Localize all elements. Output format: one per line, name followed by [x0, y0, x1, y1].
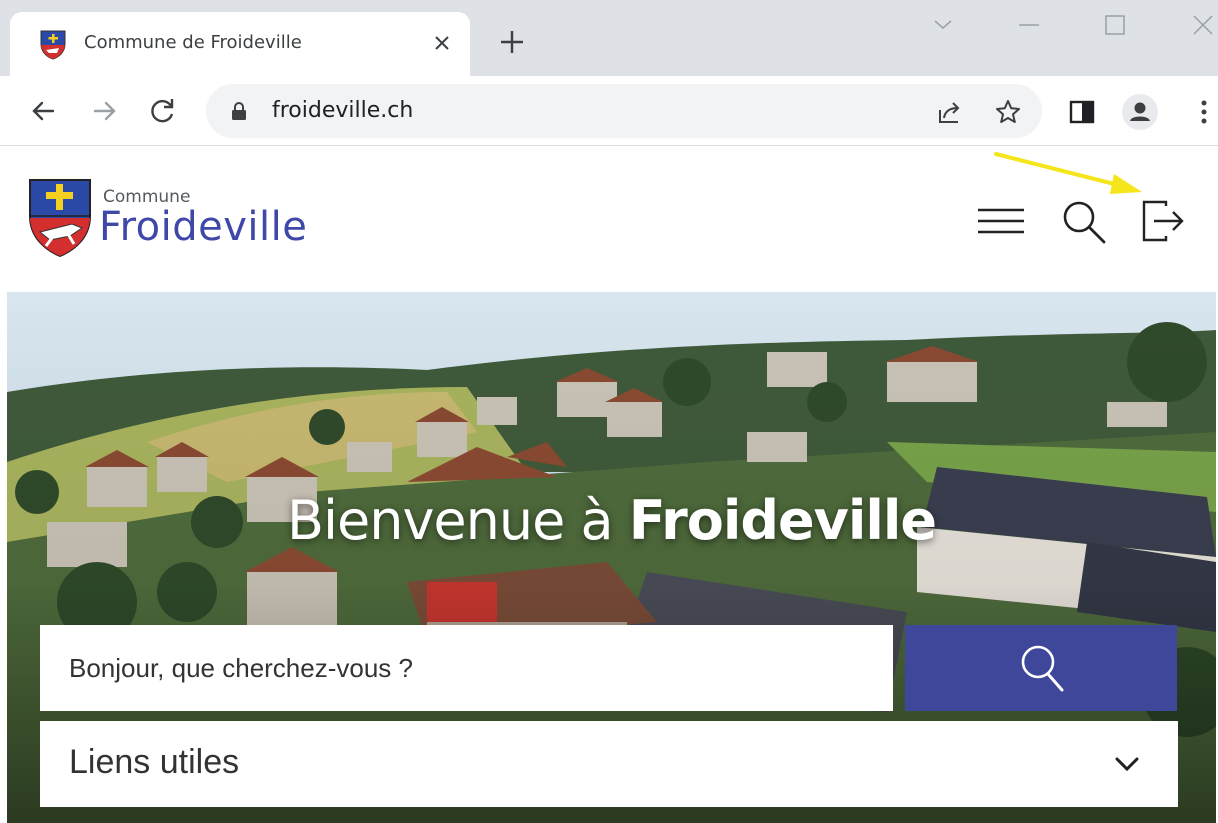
- chevron-down-icon: [1115, 757, 1139, 772]
- logout-icon[interactable]: [1140, 198, 1190, 244]
- back-arrow-icon[interactable]: [26, 94, 60, 128]
- maximize-icon[interactable]: [1100, 10, 1130, 40]
- useful-links-label: Liens utiles: [69, 743, 240, 781]
- search-icon: [1021, 645, 1064, 692]
- search-box: [40, 625, 893, 711]
- browser-toolbar: froideville.ch: [0, 76, 1218, 146]
- lock-icon[interactable]: [230, 101, 248, 121]
- side-panel-icon[interactable]: [1066, 96, 1098, 128]
- search-icon[interactable]: [1060, 198, 1110, 244]
- hero-banner: Bienvenue à Froideville Liens utiles: [7, 292, 1216, 823]
- browser-tabstrip: Commune de Froideville: [0, 0, 1218, 76]
- commune-crest-icon: [40, 30, 66, 60]
- address-bar[interactable]: froideville.ch: [206, 84, 1042, 138]
- share-icon[interactable]: [936, 98, 964, 126]
- forward-arrow-icon[interactable]: [88, 94, 122, 128]
- hero-title-bold: Froideville: [628, 489, 937, 552]
- hamburger-menu-icon[interactable]: [976, 198, 1026, 244]
- site-header: Commune Froideville: [0, 146, 1218, 292]
- star-icon[interactable]: [994, 98, 1022, 126]
- url-text[interactable]: froideville.ch: [272, 98, 413, 123]
- hero-title: Bienvenue à Froideville: [7, 489, 1216, 552]
- search-input[interactable]: [40, 625, 893, 711]
- search-button[interactable]: [905, 625, 1177, 711]
- minimize-icon[interactable]: [1014, 10, 1044, 40]
- reload-icon[interactable]: [146, 94, 180, 128]
- menu-dots-icon[interactable]: [1188, 96, 1218, 128]
- browser-tab[interactable]: Commune de Froideville: [10, 12, 470, 76]
- logo-title[interactable]: Froideville: [99, 204, 307, 250]
- window-close-icon[interactable]: [1188, 10, 1218, 40]
- hero-title-regular: Bienvenue à: [286, 489, 629, 552]
- profile-icon[interactable]: [1121, 93, 1159, 131]
- annotation-arrow-icon: [994, 152, 1142, 194]
- useful-links-dropdown[interactable]: Liens utiles: [40, 721, 1178, 807]
- close-icon[interactable]: [428, 29, 456, 57]
- commune-crest-logo[interactable]: [28, 178, 92, 258]
- chevron-down-icon[interactable]: [928, 10, 958, 40]
- tab-title: Commune de Froideville: [84, 32, 302, 53]
- plus-icon[interactable]: [497, 27, 527, 57]
